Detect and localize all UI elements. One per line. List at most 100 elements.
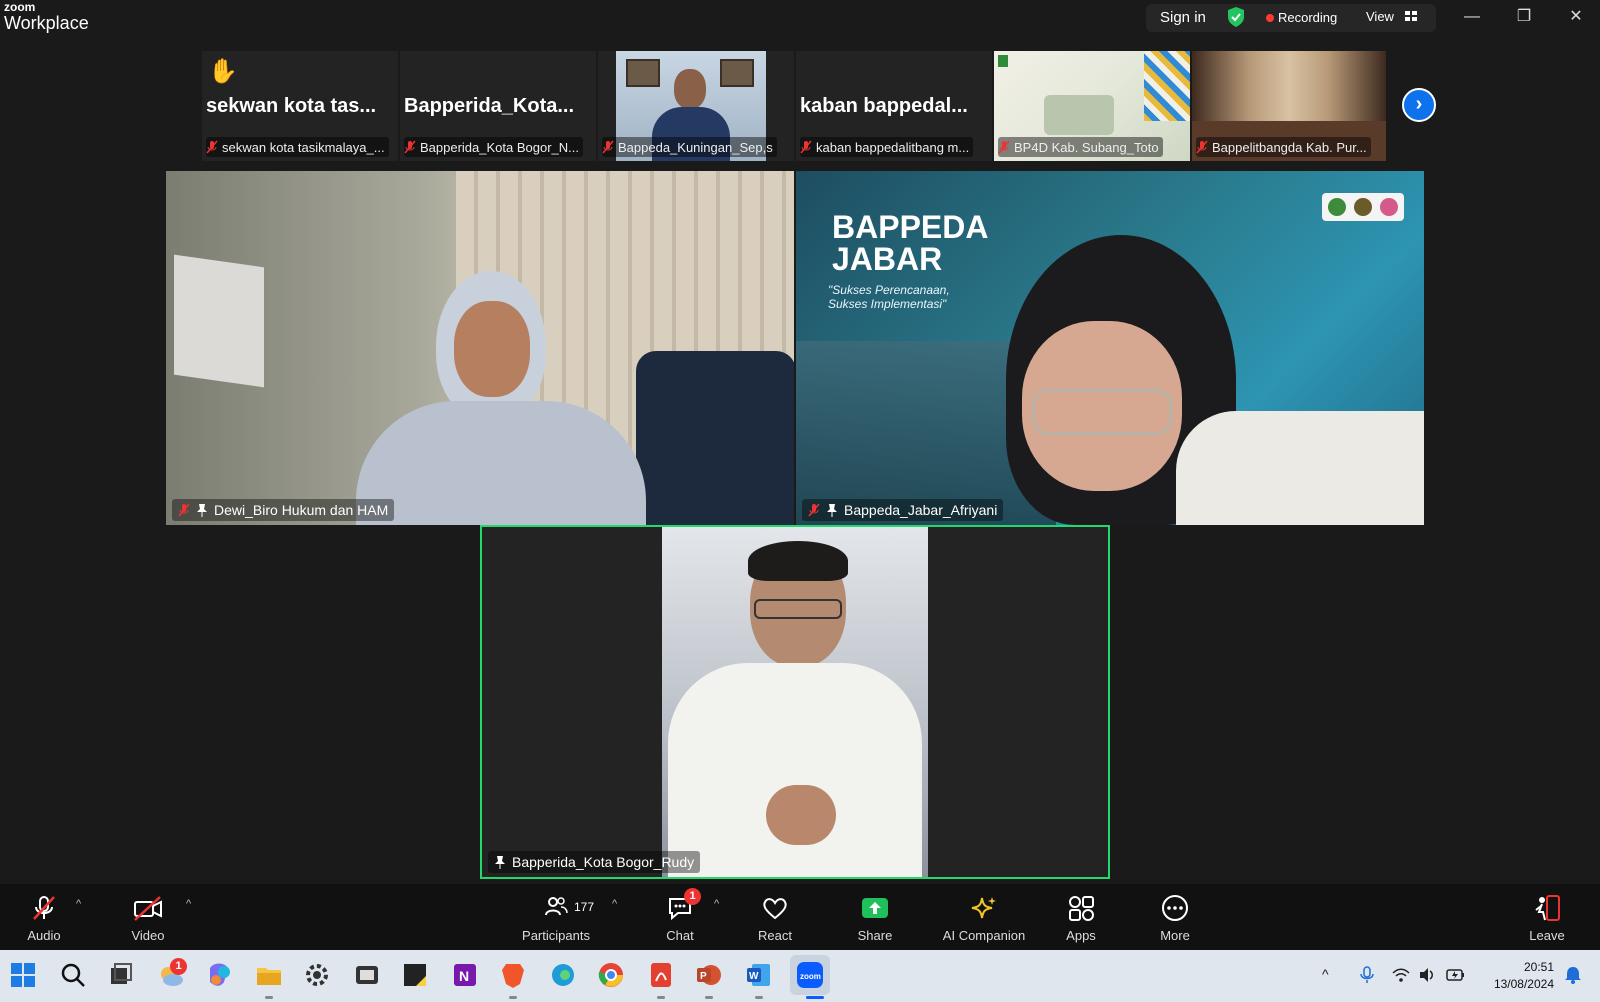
minimize-button[interactable]: — bbox=[1460, 6, 1484, 28]
participant-tile[interactable]: Bappelitbangda Kab. Pur... bbox=[1192, 51, 1386, 161]
microphone-in-use-icon[interactable] bbox=[1360, 966, 1374, 984]
banner-title-line-2: JABAR bbox=[832, 241, 943, 277]
participants-label: Participants bbox=[522, 928, 590, 943]
brave-browser-icon[interactable] bbox=[498, 960, 528, 990]
sign-in-link[interactable]: Sign in bbox=[1160, 9, 1206, 26]
participant-tile[interactable]: Bappeda_Kuningan_Sep,s bbox=[598, 51, 794, 161]
search-icon[interactable] bbox=[58, 960, 88, 990]
close-button[interactable]: ✕ bbox=[1564, 6, 1588, 28]
pin-icon bbox=[827, 504, 837, 517]
svg-text:P: P bbox=[700, 971, 707, 982]
mic-muted-icon bbox=[1196, 140, 1208, 154]
video-caption: Dewi_Biro Hukum dan HAM bbox=[172, 499, 395, 521]
participants-count: 177 bbox=[574, 900, 595, 914]
audio-options-caret-icon[interactable]: ^ bbox=[76, 898, 81, 910]
tile-caption-text: Bapperida_Kota Bogor_N... bbox=[420, 139, 579, 155]
windows-start-icon[interactable] bbox=[8, 960, 38, 990]
participant-tile[interactable]: ✋ sekwan kota tas... sekwan kota tasikma… bbox=[202, 51, 398, 161]
logo-icon bbox=[1354, 198, 1372, 216]
running-indicator bbox=[755, 996, 763, 999]
microphone-muted-icon bbox=[33, 896, 55, 920]
system-clock[interactable]: 20:51 13/08/2024 bbox=[1478, 959, 1554, 993]
react-button[interactable]: React bbox=[744, 884, 806, 950]
task-view-icon[interactable] bbox=[106, 960, 136, 990]
pdf-reader-icon[interactable] bbox=[646, 960, 676, 990]
tile-caption-text: kaban bappedalitbang m... bbox=[816, 139, 970, 155]
mic-muted-icon bbox=[178, 503, 190, 517]
powerpoint-icon[interactable]: P bbox=[694, 960, 724, 990]
chat-unread-badge: 1 bbox=[684, 888, 701, 905]
ai-companion-button[interactable]: AI Companion bbox=[934, 884, 1034, 950]
audio-label: Audio bbox=[27, 928, 61, 943]
chat-options-caret-icon[interactable]: ^ bbox=[714, 898, 719, 910]
notification-bell-icon[interactable] bbox=[1564, 965, 1582, 985]
participant-strip: ✋ sekwan kota tas... sekwan kota tasikma… bbox=[202, 51, 1386, 161]
more-button[interactable]: More bbox=[1144, 884, 1206, 950]
banner-tagline: "Sukses Perencanaan, Sukses Implementasi… bbox=[828, 283, 950, 311]
video-tile-active-speaker[interactable]: Bapperida_Kota Bogor_Rudy bbox=[480, 525, 1110, 879]
svg-text:W: W bbox=[749, 971, 759, 982]
tile-caption: Bappelitbangda Kab. Pur... bbox=[1196, 137, 1371, 157]
zoom-app-icon[interactable]: zoom bbox=[795, 960, 825, 990]
view-button[interactable]: View bbox=[1366, 9, 1394, 24]
word-icon[interactable]: W bbox=[744, 960, 774, 990]
mic-muted-icon bbox=[998, 140, 1010, 154]
apps-label: Apps bbox=[1066, 928, 1096, 943]
participants-button[interactable]: 177 Participants bbox=[516, 884, 596, 950]
audio-button[interactable]: Audio bbox=[14, 884, 74, 950]
onenote-icon[interactable]: N bbox=[450, 960, 480, 990]
participants-options-caret-icon[interactable]: ^ bbox=[612, 898, 617, 910]
edge-browser-icon[interactable] bbox=[548, 960, 578, 990]
share-label: Share bbox=[857, 928, 893, 943]
running-indicator bbox=[509, 996, 517, 999]
participant-tile[interactable]: Bapperida_Kota... Bapperida_Kota Bogor_N… bbox=[400, 51, 596, 161]
file-explorer-icon[interactable] bbox=[254, 960, 284, 990]
partner-logos bbox=[1322, 193, 1404, 221]
apps-button[interactable]: Apps bbox=[1050, 884, 1112, 950]
ai-companion-label: AI Companion bbox=[942, 928, 1026, 943]
clock-time: 20:51 bbox=[1523, 960, 1554, 974]
video-tile-dewi[interactable]: Dewi_Biro Hukum dan HAM bbox=[166, 171, 794, 525]
mic-muted-icon bbox=[206, 140, 218, 154]
running-indicator bbox=[705, 996, 713, 999]
video-options-caret-icon[interactable]: ^ bbox=[186, 898, 191, 910]
tile-display-name: sekwan kota tas... bbox=[206, 95, 377, 117]
participant-tile[interactable]: kaban bappedal... kaban bappedalitbang m… bbox=[796, 51, 992, 161]
mic-muted-icon bbox=[602, 140, 614, 154]
video-tile-afriyani[interactable]: BAPPEDA JABAR "Sukses Perencanaan, Sukse… bbox=[796, 171, 1424, 525]
grid-view-icon[interactable] bbox=[1404, 10, 1418, 22]
app-icon[interactable] bbox=[352, 960, 382, 990]
chrome-browser-icon[interactable] bbox=[596, 960, 626, 990]
battery-charging-icon[interactable] bbox=[1446, 968, 1466, 982]
show-hidden-icons-chevron-icon[interactable]: ^ bbox=[1322, 966, 1329, 982]
next-page-button[interactable]: › bbox=[1402, 88, 1436, 122]
react-label: React bbox=[758, 928, 792, 943]
mic-muted-icon bbox=[800, 140, 812, 154]
tile-caption-text: BP4D Kab. Subang_Toto bbox=[1014, 139, 1159, 155]
wifi-icon[interactable] bbox=[1392, 967, 1410, 983]
video-button[interactable]: Video bbox=[118, 884, 178, 950]
leave-button[interactable]: Leave bbox=[1516, 884, 1578, 950]
chat-button[interactable]: 1 Chat bbox=[650, 884, 710, 950]
recording-indicator[interactable]: Recording bbox=[1278, 10, 1337, 25]
share-button[interactable]: Share bbox=[844, 884, 906, 950]
security-shield-icon[interactable] bbox=[1226, 6, 1246, 28]
windows-taskbar: 1 N P W zoom ^ 20:51 13/08/2024 bbox=[0, 950, 1600, 1002]
restore-button[interactable]: ❐ bbox=[1512, 6, 1536, 28]
settings-gear-icon[interactable] bbox=[302, 960, 332, 990]
chevron-right-icon: › bbox=[1415, 93, 1423, 115]
leave-door-icon bbox=[1535, 895, 1560, 921]
sticky-notes-icon[interactable] bbox=[400, 960, 430, 990]
wall-calendar bbox=[174, 254, 264, 388]
leave-label: Leave bbox=[1529, 928, 1565, 943]
copilot-icon[interactable] bbox=[204, 960, 234, 990]
participant-tile[interactable]: BP4D Kab. Subang_Toto bbox=[994, 51, 1190, 161]
weather-badge: 1 bbox=[170, 958, 187, 975]
mic-muted-icon bbox=[808, 503, 820, 517]
tile-caption-text: sekwan kota tasikmalaya_... bbox=[222, 139, 385, 155]
share-screen-icon bbox=[862, 898, 888, 918]
volume-icon[interactable] bbox=[1418, 967, 1436, 983]
participants-icon bbox=[545, 897, 568, 916]
participant-name: Bappeda_Jabar_Afriyani bbox=[844, 502, 998, 518]
participant-hands bbox=[766, 785, 836, 845]
